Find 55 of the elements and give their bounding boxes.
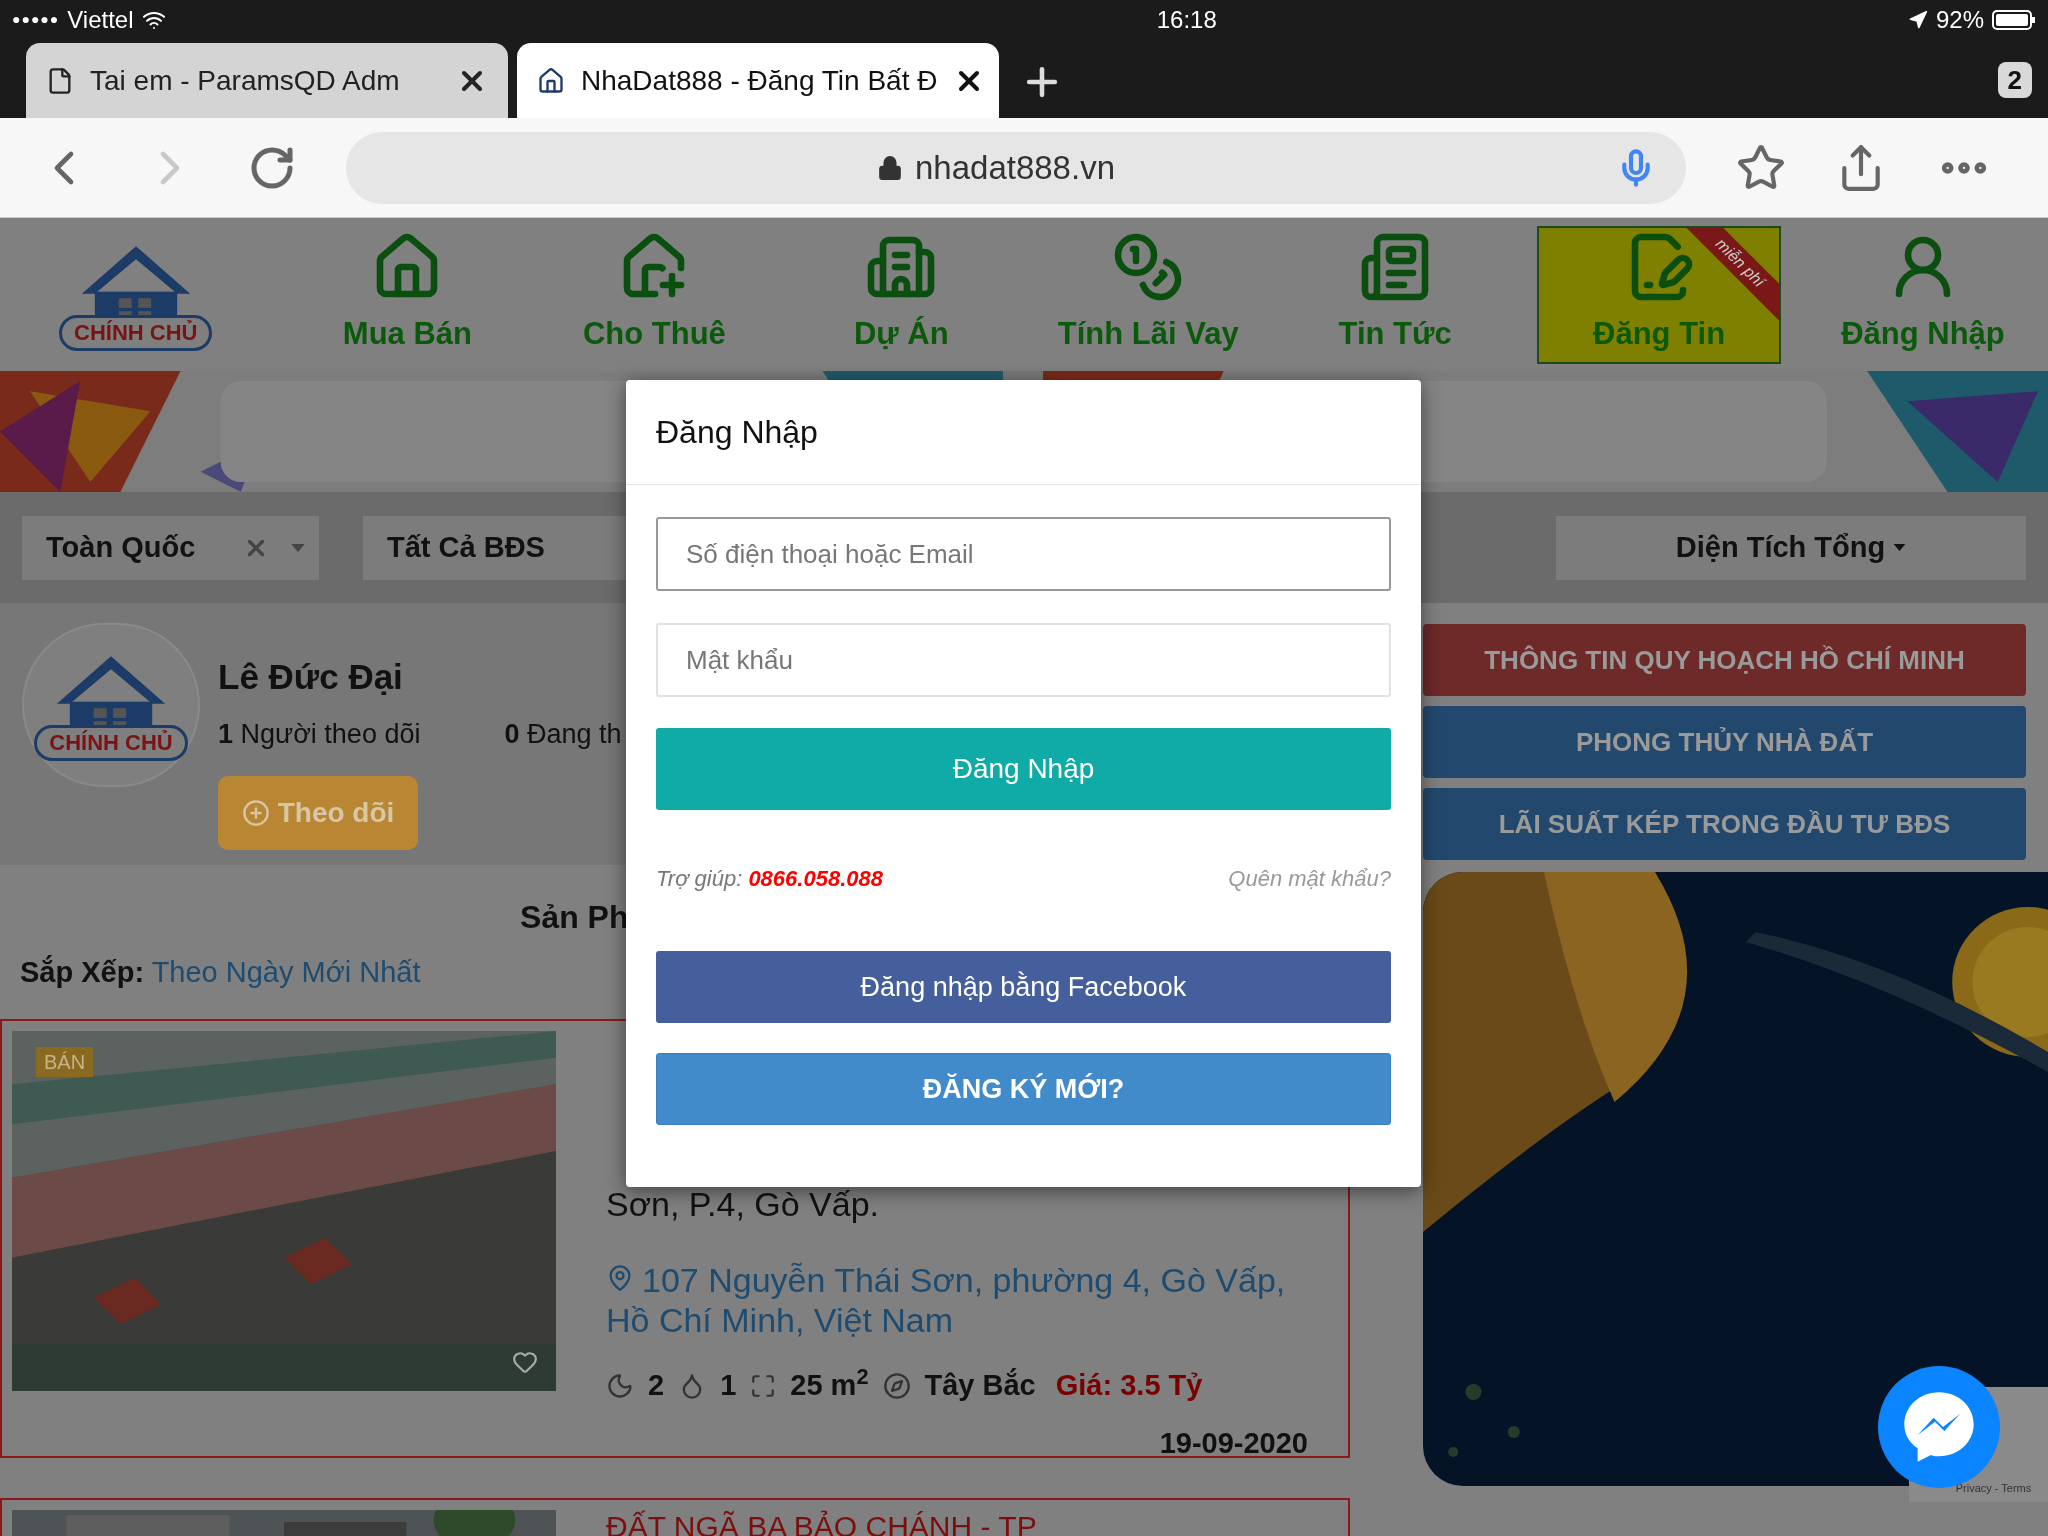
follow-button[interactable]: Theo dõi	[218, 776, 418, 850]
register-button[interactable]: ĐĂNG KÝ MỚI?	[656, 1053, 1391, 1125]
battery-icon	[1992, 9, 2036, 30]
login-button[interactable]: Đăng Nhập	[656, 728, 1391, 810]
logo-label: CHÍNH CHỦ	[59, 314, 213, 351]
side-link-button[interactable]: THÔNG TIN QUY HOẠCH HỒ CHÍ MINH	[1423, 624, 2026, 696]
tab-title: Tai em - ParamsQD Adm	[90, 63, 401, 98]
address-field[interactable]: nhadat888.vn	[346, 131, 1686, 204]
listing-address: 107 Nguyễn Thái Sơn, phường 4, Gò Vấp, Hồ Chí Minh, Việt Nam	[606, 1260, 1287, 1340]
tab-title: NhaDat888 - Đăng Tin Bất Đ	[581, 63, 938, 98]
nav-item[interactable]: Mua Bán	[302, 225, 513, 364]
tab-count[interactable]: 2	[1997, 62, 2032, 98]
filter-select[interactable]: Diện Tích Tổng	[1556, 515, 2026, 580]
browser-tab[interactable]: Tai em - ParamsQD Adm	[26, 43, 508, 118]
password-field[interactable]: Mật khẩu	[656, 623, 1391, 697]
location-arrow-icon	[1907, 9, 1928, 30]
products-heading: Sản Ph	[520, 898, 629, 937]
followers-count: 1 Người theo dõi	[218, 717, 421, 751]
moon-icon	[606, 1371, 634, 1400]
nav-item[interactable]: Tin Tức	[1290, 225, 1501, 364]
plus-icon	[241, 799, 270, 827]
browser-tab[interactable]: NhaDat888 - Đăng Tin Bất Đ	[517, 43, 999, 118]
facebook-login-button[interactable]: Đăng nhập bằng Facebook	[656, 951, 1391, 1023]
compass-icon	[882, 1371, 911, 1400]
heart-icon[interactable]	[512, 1349, 538, 1375]
bathroom-count: 1	[720, 1368, 737, 1403]
forgot-password-link[interactable]: Quên mật khẩu?	[1228, 862, 1391, 895]
direction: Tây Bắc	[924, 1367, 1036, 1403]
following-count: 0 Đang th	[504, 717, 622, 751]
caret-icon	[1893, 544, 1907, 551]
listing-date: 19-09-2020	[1159, 1425, 1308, 1461]
area-size: 25 m$^{2}$	[790, 1364, 869, 1403]
dialog-title: Đăng Nhập	[656, 413, 818, 452]
listing-title: Sơn, P.4, Gò Vấp.	[606, 1184, 881, 1225]
bedroom-count: 2	[648, 1368, 665, 1403]
listing-price: Giá: 3.5 Tỷ	[1055, 1368, 1203, 1403]
logo-label: CHÍNH CHỦ	[34, 725, 188, 761]
help-text: Trợ giúp: 0866.058.088	[656, 865, 883, 893]
area-icon	[750, 1372, 777, 1399]
nav-item[interactable]: Dự Án	[796, 225, 1007, 364]
nav-item[interactable]: Đăng Nhập	[1818, 225, 2028, 364]
nav-item[interactable]: Cho Thuê	[549, 225, 760, 364]
signal-strength: ●●●●●	[12, 10, 60, 29]
username-field[interactable]: Số điện thoại hoặc Email	[656, 517, 1391, 591]
lock-icon	[877, 154, 903, 181]
side-link-button[interactable]: PHONG THỦY NHÀ ĐẤT	[1423, 706, 2026, 778]
listing-tag: BÁN	[36, 1047, 94, 1077]
sort-link[interactable]: Theo Ngày Mới Nhất	[151, 956, 421, 988]
carrier-name: Viettel	[67, 4, 134, 35]
side-link-button[interactable]: LÃI SUẤT KÉP TRONG ĐẦU TƯ BĐS	[1423, 788, 2026, 860]
sort-option: Sắp Xếp: Theo Ngày Mới Nhất	[20, 951, 421, 995]
battery-percent: 92%	[1935, 4, 1984, 35]
profile-name: Lê Đức Đại	[218, 656, 404, 698]
nav-item[interactable]: Tính Lãi Vay	[1043, 225, 1254, 364]
clock-time: 16:18	[1156, 4, 1217, 35]
